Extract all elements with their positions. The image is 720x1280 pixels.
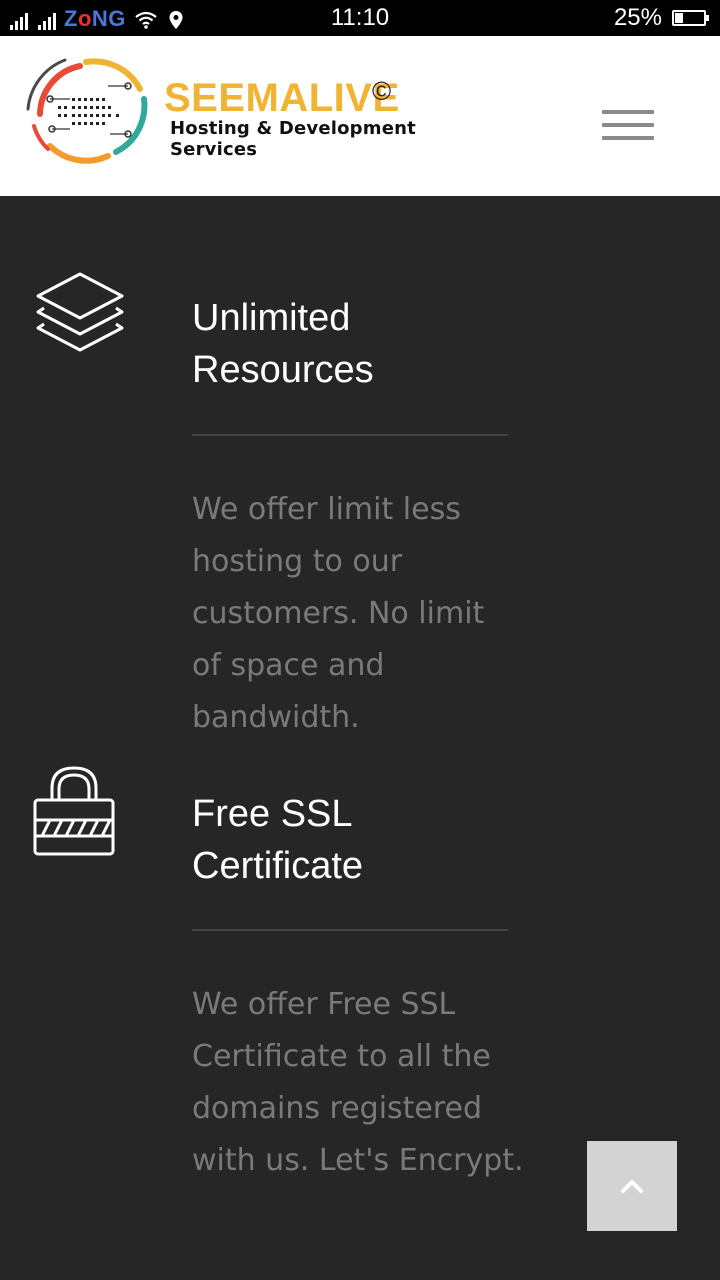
site-logo[interactable]: SEEMALIVE © Hosting & Development Servic… <box>20 54 480 164</box>
layers-icon <box>36 272 124 352</box>
feature-title: Unlimited Resources <box>192 292 552 396</box>
brand-name: SEEMALIVE <box>164 76 400 120</box>
battery-fill <box>675 13 683 23</box>
chevron-up-icon <box>621 1180 643 1193</box>
feature-description: We offer limit less hosting to our custo… <box>192 484 522 744</box>
description-line: with us. Let's Encrypt. <box>192 1143 524 1178</box>
feature-title-line: Unlimited <box>192 297 351 339</box>
description-line: hosting to our <box>192 544 403 579</box>
feature-title-line: Free SSL <box>192 793 353 835</box>
battery-icon <box>672 10 709 26</box>
copyright-symbol: © <box>372 76 392 106</box>
feature-title-line: Certificate <box>192 845 364 887</box>
description-line: domains registered <box>192 1091 483 1126</box>
feature-title: Free SSL Certificate <box>192 788 552 892</box>
brand-tagline: Hosting & Development Services <box>170 118 416 160</box>
status-right: 25% <box>613 4 709 32</box>
padlock-icon <box>33 766 115 856</box>
site-header: SEEMALIVE © Hosting & Development Servic… <box>0 36 720 196</box>
feature-title-line: Resources <box>192 349 374 391</box>
description-line: We offer Free SSL <box>192 987 456 1022</box>
battery-percent: 25% <box>613 4 662 31</box>
menu-icon[interactable] <box>602 110 654 146</box>
back-to-top-button[interactable] <box>587 1141 677 1231</box>
status-bar: ZoNG 11:10 25% <box>0 0 720 36</box>
divider <box>192 434 508 436</box>
divider <box>192 929 508 931</box>
feature-description: We offer Free SSL Certificate to all the… <box>192 979 524 1187</box>
description-line: customers. No limit <box>192 596 485 631</box>
clock: 11:10 <box>330 4 390 31</box>
description-line: bandwidth. <box>192 700 360 735</box>
description-line: of space and <box>192 648 385 683</box>
description-line: Certificate to all the <box>192 1039 491 1074</box>
circuit-logo-icon <box>26 58 148 164</box>
description-line: We offer limit less <box>192 492 461 527</box>
